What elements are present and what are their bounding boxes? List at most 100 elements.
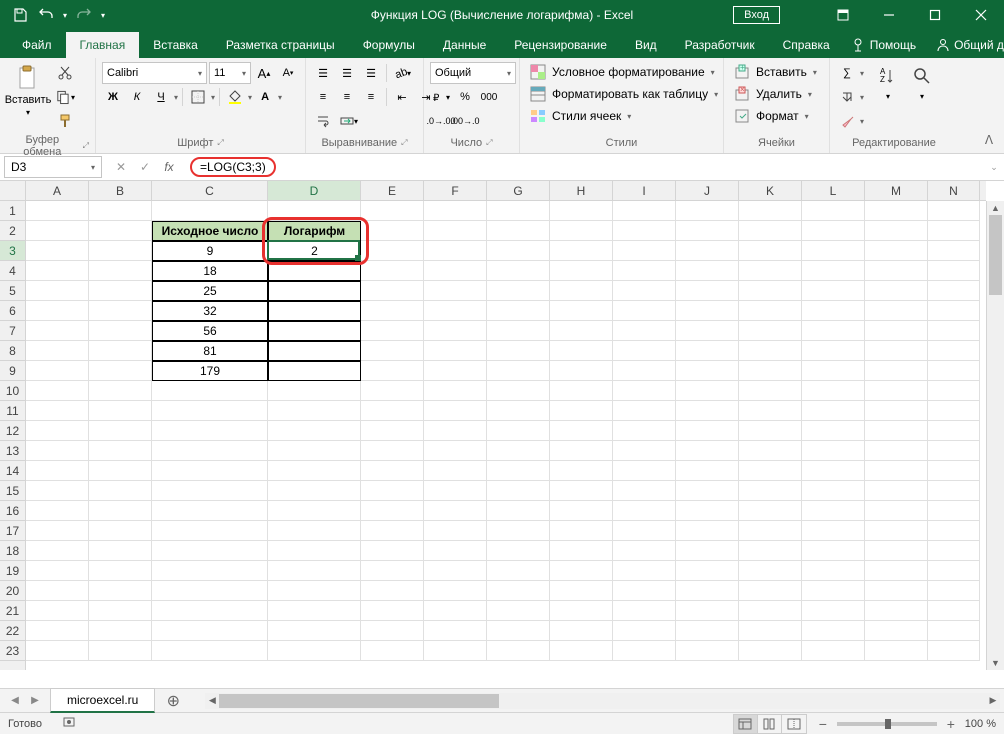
cell-G10[interactable] <box>487 381 550 401</box>
font-color-button[interactable]: A <box>254 86 276 108</box>
cell-J3[interactable] <box>676 241 739 261</box>
cell-M3[interactable] <box>865 241 928 261</box>
cell-K1[interactable] <box>739 201 802 221</box>
cell-G8[interactable] <box>487 341 550 361</box>
cell-G16[interactable] <box>487 501 550 521</box>
view-pagelayout-button[interactable] <box>758 715 782 733</box>
cell-K4[interactable] <box>739 261 802 281</box>
cell-D3[interactable]: 2 <box>268 241 361 261</box>
cell-J19[interactable] <box>676 561 739 581</box>
cell-K12[interactable] <box>739 421 802 441</box>
bold-button[interactable]: Ж <box>102 86 124 108</box>
cell-A23[interactable] <box>26 641 89 661</box>
signin-button[interactable]: Вход <box>733 6 780 24</box>
cell-G12[interactable] <box>487 421 550 441</box>
cell-K18[interactable] <box>739 541 802 561</box>
cell-G11[interactable] <box>487 401 550 421</box>
cell-L1[interactable] <box>802 201 865 221</box>
cell-M1[interactable] <box>865 201 928 221</box>
vscroll-thumb[interactable] <box>989 215 1002 295</box>
cell-F3[interactable] <box>424 241 487 261</box>
sheet-nav-next[interactable]: ▶ <box>26 692 44 710</box>
cell-J13[interactable] <box>676 441 739 461</box>
wrap-text-button[interactable] <box>312 110 334 132</box>
cell-A1[interactable] <box>26 201 89 221</box>
cell-L10[interactable] <box>802 381 865 401</box>
row-header-6[interactable]: 6 <box>0 301 25 321</box>
cell-C1[interactable] <box>152 201 268 221</box>
cell-J18[interactable] <box>676 541 739 561</box>
cell-I11[interactable] <box>613 401 676 421</box>
cell-E2[interactable] <box>361 221 424 241</box>
comma-button[interactable]: 000 <box>478 86 500 108</box>
cell-C5[interactable]: 25 <box>152 281 268 301</box>
cell-J5[interactable] <box>676 281 739 301</box>
cell-B10[interactable] <box>89 381 152 401</box>
cell-C15[interactable] <box>152 481 268 501</box>
align-bottom-button[interactable]: ☰ <box>360 62 382 84</box>
row-header-22[interactable]: 22 <box>0 621 25 641</box>
cell-J8[interactable] <box>676 341 739 361</box>
cell-L4[interactable] <box>802 261 865 281</box>
row-header-14[interactable]: 14 <box>0 461 25 481</box>
cell-B8[interactable] <box>89 341 152 361</box>
cell-D10[interactable] <box>268 381 361 401</box>
cell-C19[interactable] <box>152 561 268 581</box>
cell-B23[interactable] <box>89 641 152 661</box>
autosum-dropdown[interactable]: ▾ <box>860 69 864 78</box>
cell-N17[interactable] <box>928 521 980 541</box>
tab-formulas[interactable]: Формулы <box>349 32 429 58</box>
cell-I21[interactable] <box>613 601 676 621</box>
cell-M19[interactable] <box>865 561 928 581</box>
cell-I6[interactable] <box>613 301 676 321</box>
fill-button[interactable] <box>836 86 858 108</box>
cell-M6[interactable] <box>865 301 928 321</box>
cell-A11[interactable] <box>26 401 89 421</box>
column-header-I[interactable]: I <box>613 181 676 200</box>
cell-A15[interactable] <box>26 481 89 501</box>
cell-D18[interactable] <box>268 541 361 561</box>
cell-K21[interactable] <box>739 601 802 621</box>
formula-input[interactable]: =LOG(C3;3) <box>184 157 984 177</box>
cell-F21[interactable] <box>424 601 487 621</box>
cell-N3[interactable] <box>928 241 980 261</box>
cell-B11[interactable] <box>89 401 152 421</box>
qat-customize[interactable]: ▾ <box>98 3 108 27</box>
cell-K5[interactable] <box>739 281 802 301</box>
cell-N19[interactable] <box>928 561 980 581</box>
scroll-right-button[interactable]: ▶ <box>986 694 1000 708</box>
row-header-4[interactable]: 4 <box>0 261 25 281</box>
cell-D8[interactable] <box>268 341 361 361</box>
cell-L17[interactable] <box>802 521 865 541</box>
cell-F18[interactable] <box>424 541 487 561</box>
cell-A6[interactable] <box>26 301 89 321</box>
cell-M2[interactable] <box>865 221 928 241</box>
cell-E3[interactable] <box>361 241 424 261</box>
cell-D11[interactable] <box>268 401 361 421</box>
cell-N23[interactable] <box>928 641 980 661</box>
cell-N18[interactable] <box>928 541 980 561</box>
column-header-E[interactable]: E <box>361 181 424 200</box>
tab-help[interactable]: Справка <box>769 32 844 58</box>
column-header-B[interactable]: B <box>89 181 152 200</box>
cell-E9[interactable] <box>361 361 424 381</box>
cell-E22[interactable] <box>361 621 424 641</box>
cell-D1[interactable] <box>268 201 361 221</box>
cell-H2[interactable] <box>550 221 613 241</box>
cell-M16[interactable] <box>865 501 928 521</box>
cell-I23[interactable] <box>613 641 676 661</box>
cell-C4[interactable]: 18 <box>152 261 268 281</box>
cell-L3[interactable] <box>802 241 865 261</box>
row-header-21[interactable]: 21 <box>0 601 25 621</box>
cell-B14[interactable] <box>89 461 152 481</box>
cell-L12[interactable] <box>802 421 865 441</box>
cell-B4[interactable] <box>89 261 152 281</box>
cell-H21[interactable] <box>550 601 613 621</box>
cell-A20[interactable] <box>26 581 89 601</box>
cell-I3[interactable] <box>613 241 676 261</box>
cell-M20[interactable] <box>865 581 928 601</box>
cell-K10[interactable] <box>739 381 802 401</box>
cell-F6[interactable] <box>424 301 487 321</box>
cell-L19[interactable] <box>802 561 865 581</box>
cell-C22[interactable] <box>152 621 268 641</box>
